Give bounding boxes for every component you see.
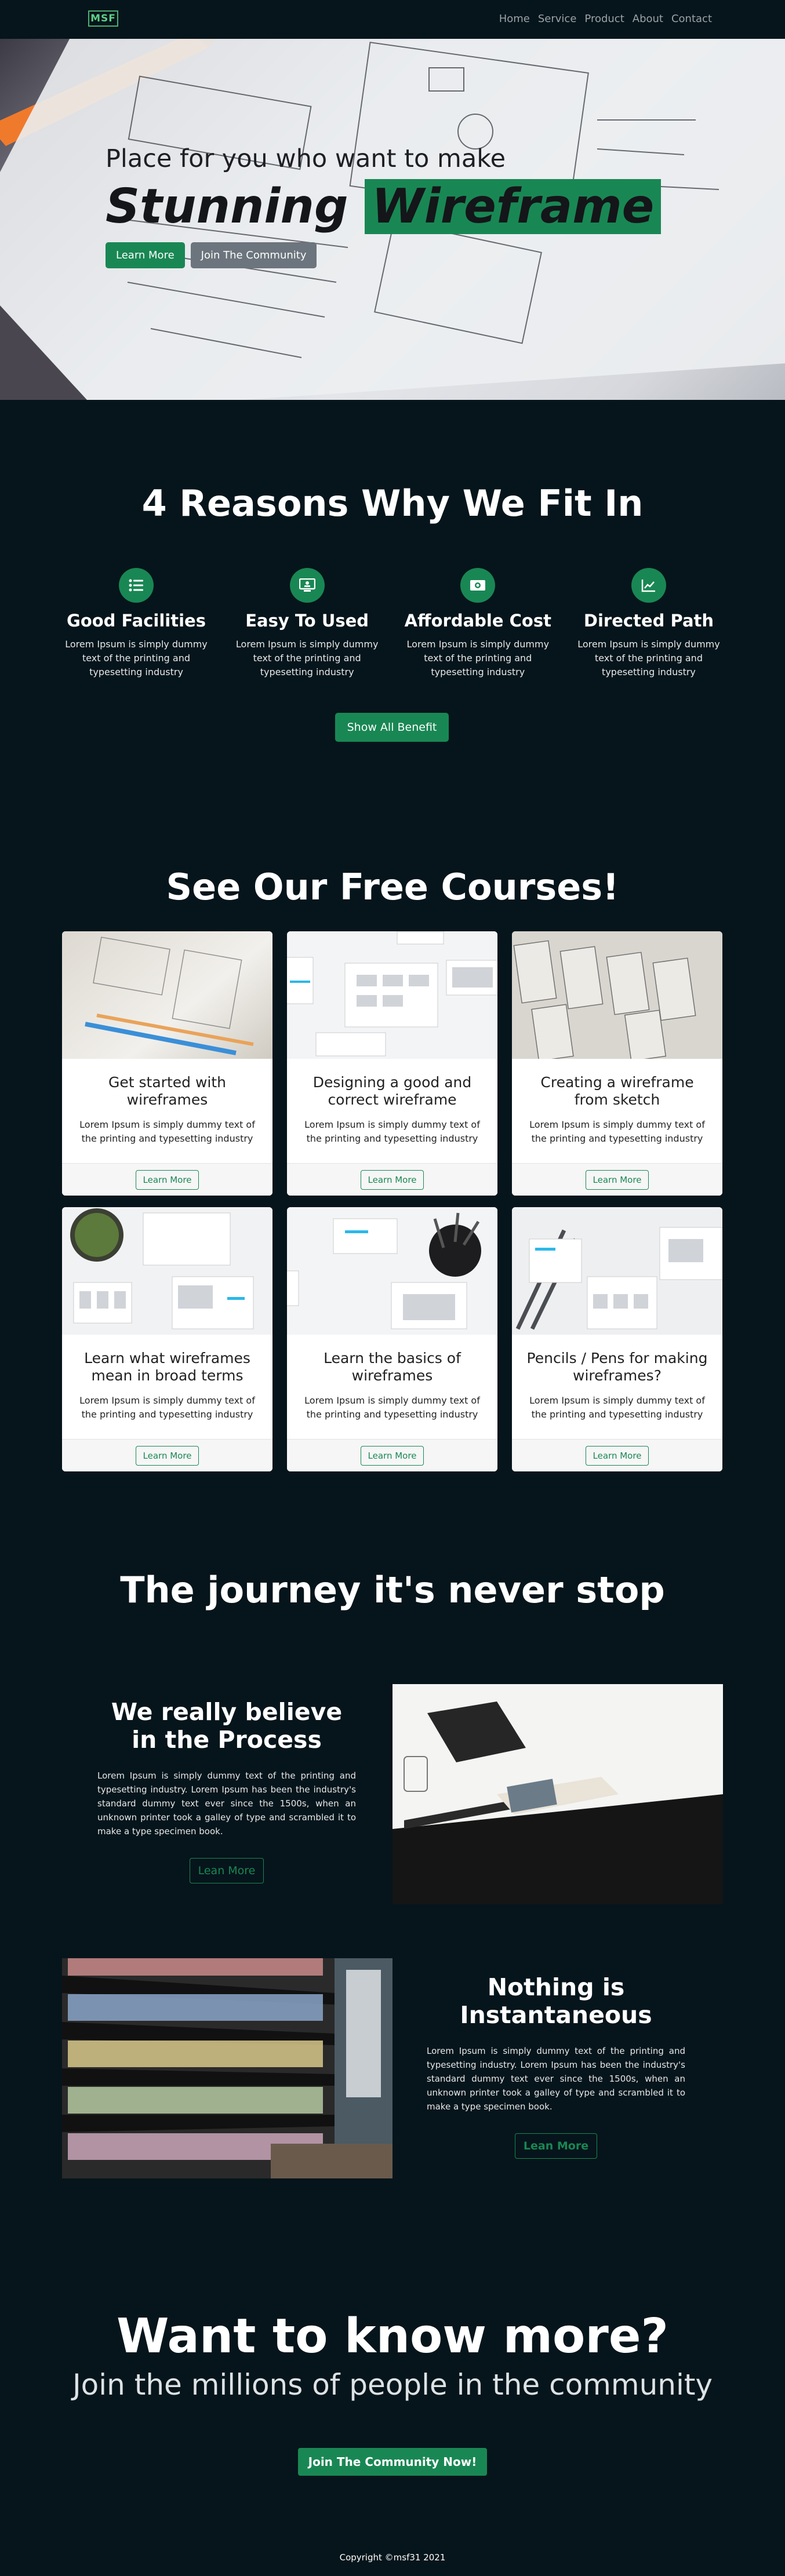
nav-link-about[interactable]: About — [633, 13, 663, 25]
course-footer: Learn More — [62, 1439, 272, 1471]
reason-title: Affordable Cost — [404, 611, 551, 631]
journey-block-instantaneous: Nothing is Instantaneous Lorem Ipsum is … — [427, 1973, 685, 2159]
course-footer: Learn More — [62, 1163, 272, 1196]
cta-heading: Want to know more? — [116, 2309, 668, 2364]
join-community-button[interactable]: Join The Community — [190, 242, 317, 268]
course-image — [62, 1207, 272, 1335]
list-icon — [119, 568, 154, 603]
learn-more-button[interactable]: Learn More — [106, 242, 185, 268]
screen-icon — [289, 568, 325, 603]
journey-block-text: Lorem Ipsum is simply dummy text of the … — [427, 2046, 685, 2112]
hero-title: Stunning Wireframe — [106, 179, 662, 234]
journey-heading: The journey it's never stop — [120, 1569, 665, 1611]
reason-title: Easy To Used — [245, 611, 369, 631]
course-text: Lorem Ipsum is simply dummy text of the … — [79, 1119, 255, 1144]
reason-item: Affordable Cost Lorem Ipsum is simply du… — [399, 568, 556, 679]
course-title: Pencils / Pens for making wireframes? — [526, 1350, 708, 1384]
reason-item: Directed Path Lorem Ipsum is simply dumm… — [570, 568, 727, 679]
hero-subtitle: Place for you who want to make — [106, 144, 506, 173]
reason-text: Lorem Ipsum is simply dummy text of the … — [235, 639, 379, 677]
course-footer: Learn More — [287, 1439, 497, 1471]
journey-image-magazine — [392, 1684, 723, 1904]
course-learn-more-button[interactable]: Learn More — [360, 1169, 424, 1190]
course-learn-more-button[interactable]: Learn More — [585, 1445, 649, 1466]
reason-text: Lorem Ipsum is simply dummy text of the … — [577, 639, 720, 677]
course-learn-more-button[interactable]: Learn More — [135, 1169, 199, 1190]
course-learn-more-button[interactable]: Learn More — [585, 1169, 649, 1190]
course-text: Lorem Ipsum is simply dummy text of the … — [79, 1395, 255, 1420]
reasons-list: Good Facilities Lorem Ipsum is simply du… — [58, 568, 727, 679]
course-image — [287, 1207, 497, 1335]
nav-links: Home Service Product About Contact — [499, 13, 712, 25]
journey-block-text: Lorem Ipsum is simply dummy text of the … — [97, 1770, 356, 1837]
join-community-now-button[interactable]: Join The Community Now! — [297, 2448, 488, 2476]
hero-section: Place for you who want to make Stunning … — [0, 39, 785, 400]
cta-button-wrap: Join The Community Now! — [0, 2448, 785, 2476]
journey-block-title: We really believe in the Process — [111, 1698, 343, 1754]
course-image — [62, 931, 272, 1059]
reason-item: Good Facilities Lorem Ipsum is simply du… — [58, 568, 215, 679]
course-image — [512, 1207, 722, 1335]
course-title: Designing a good and correct wireframe — [312, 1074, 472, 1108]
course-footer: Learn More — [287, 1163, 497, 1196]
course-learn-more-button[interactable]: Learn More — [360, 1445, 424, 1466]
hero-title-highlight: Wireframe — [365, 179, 662, 234]
reason-text: Lorem Ipsum is simply dummy text of the … — [406, 639, 550, 677]
money-icon — [460, 568, 496, 603]
course-title: Creating a wireframe from sketch — [540, 1074, 694, 1108]
course-card: Learn what wireframes mean in broad term… — [62, 1207, 272, 1471]
lean-more-button[interactable]: Lean More — [189, 1858, 264, 1883]
course-learn-more-button[interactable]: Learn More — [135, 1445, 199, 1466]
course-footer: Learn More — [512, 1439, 722, 1471]
course-image — [512, 931, 722, 1059]
journey-block-title: Nothing is Instantaneous — [460, 1973, 652, 2029]
course-card: Pencils / Pens for making wireframes? Lo… — [512, 1207, 722, 1471]
reason-text: Lorem Ipsum is simply dummy text of the … — [65, 639, 208, 677]
course-card: Get started with wireframes Lorem Ipsum … — [62, 931, 272, 1196]
courses-heading: See Our Free Courses! — [166, 866, 619, 908]
course-text: Lorem Ipsum is simply dummy text of the … — [304, 1119, 480, 1144]
course-title: Get started with wireframes — [108, 1074, 226, 1108]
hero-content: Place for you who want to make Stunning … — [106, 144, 662, 268]
journey-block-process: We really believe in the Process Lorem I… — [97, 1698, 356, 1883]
course-text: Lorem Ipsum is simply dummy text of the … — [304, 1395, 480, 1420]
copyright-text: Copyright ©msf31 2021 — [339, 2552, 446, 2563]
navbar: MSF Home Service Product About Contact — [0, 0, 785, 39]
course-card: Designing a good and correct wireframe L… — [287, 931, 497, 1196]
course-title: Learn what wireframes mean in broad term… — [84, 1350, 250, 1384]
logo[interactable]: MSF — [88, 10, 118, 27]
journey-image-bookstore — [62, 1958, 392, 2178]
lean-more-button[interactable]: Lean More — [514, 2133, 598, 2159]
nav-link-home[interactable]: Home — [499, 13, 530, 25]
course-image — [287, 931, 497, 1059]
course-title: Learn the basics of wireframes — [324, 1350, 461, 1384]
reasons-heading: 4 Reasons Why We Fit In — [141, 482, 644, 524]
course-card: Learn the basics of wireframes Lorem Ips… — [287, 1207, 497, 1471]
reason-title: Directed Path — [583, 611, 714, 631]
chart-line-icon — [631, 568, 666, 603]
course-card: Creating a wireframe from sketch Lorem I… — [512, 931, 722, 1196]
course-text: Lorem Ipsum is simply dummy text of the … — [529, 1119, 705, 1144]
nav-link-product[interactable]: Product — [584, 13, 624, 25]
hero-title-plain: Stunning — [106, 179, 348, 234]
nav-link-service[interactable]: Service — [538, 13, 577, 25]
course-text: Lorem Ipsum is simply dummy text of the … — [529, 1395, 705, 1420]
reason-item: Easy To Used Lorem Ipsum is simply dummy… — [229, 568, 386, 679]
cta-subtitle: Join the millions of people in the commu… — [72, 2368, 713, 2402]
course-footer: Learn More — [512, 1163, 722, 1196]
nav-link-contact[interactable]: Contact — [671, 13, 712, 25]
hero-buttons: Learn More Join The Community — [106, 242, 661, 268]
reason-title: Good Facilities — [67, 611, 206, 631]
show-all-benefit-button[interactable]: Show All Benefit — [335, 713, 449, 742]
